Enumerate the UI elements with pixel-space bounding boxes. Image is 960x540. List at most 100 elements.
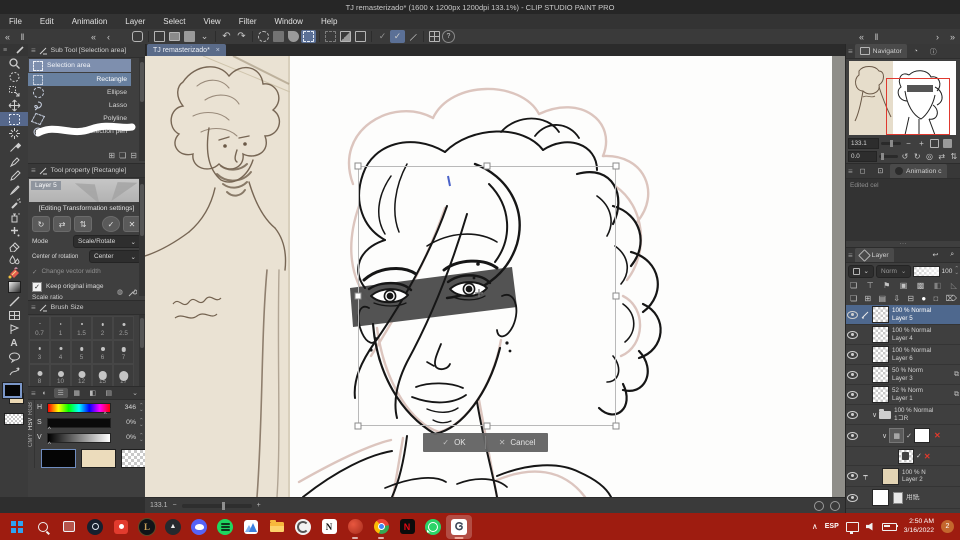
clip-studio-paint-app[interactable] (446, 514, 472, 539)
panel-pipe-icon[interactable]: ‖ (15, 30, 30, 43)
hamburger-icon[interactable]: ≡ (848, 167, 853, 176)
spotify-app[interactable] (212, 515, 238, 539)
visibility-eye-icon[interactable] (847, 330, 858, 339)
layer-mask-icon[interactable]: ● (921, 294, 926, 303)
visibility-eye-icon[interactable] (847, 310, 858, 319)
menu-select[interactable]: Select (154, 14, 194, 29)
language-indicator[interactable]: ESP (825, 523, 839, 530)
navigator-zoom-value[interactable]: 133.1 (848, 138, 879, 149)
brush-size-header[interactable]: ≡ Brush Size (28, 301, 145, 315)
tab-layer-property-icon[interactable]: ↩ (927, 248, 943, 262)
transparent-color-swatch[interactable] (0, 411, 28, 427)
tab-subview-icon[interactable]: ◔ (909, 44, 923, 58)
fit-to-window-icon[interactable] (929, 138, 940, 149)
save-dropdown-icon[interactable]: ⌄ (197, 30, 212, 43)
navigator-rotation-value[interactable]: 0.0 (848, 151, 878, 162)
subtool-item-ellipse[interactable]: Ellipse (28, 86, 131, 99)
brush-size-cell[interactable]: 1.5 (71, 316, 92, 340)
brush-size-cell[interactable]: 12 (71, 364, 92, 388)
brush-size-cell[interactable]: 5 (71, 340, 92, 364)
layer-row-image-child[interactable]: ✓ ✕ (846, 447, 960, 466)
expand-chevron-icon[interactable]: ∨ (882, 432, 887, 440)
reference-layer-icon[interactable]: ⚑ (883, 281, 890, 290)
auto-select-tool-icon[interactable] (0, 126, 28, 140)
ruler-icon[interactable]: ✓ (375, 30, 390, 43)
blend-mode-dropdown[interactable]: Norm ⌄ (876, 264, 912, 278)
new-file-icon[interactable] (152, 30, 167, 43)
menu-view[interactable]: View (195, 14, 230, 29)
transfer-down-icon[interactable]: ⇩ (893, 294, 900, 303)
operation-tool-icon[interactable] (0, 84, 28, 98)
spiral-app[interactable] (290, 515, 316, 539)
flip-vertical-icon[interactable]: ⇅ (949, 151, 959, 162)
brush-size-cell[interactable]: 2.5 (113, 316, 134, 340)
subtool-item-rectangle[interactable]: Rectangle (28, 73, 131, 86)
hamburger-icon[interactable]: ≡ (31, 389, 36, 398)
brush-size-cell[interactable]: 1 (50, 316, 71, 340)
sub-color-swatch[interactable] (81, 449, 116, 468)
layer-row-folder[interactable]: ∨ 100 % Normal 1コR (846, 405, 960, 425)
layer-row-paper[interactable]: 用紙 (846, 487, 960, 509)
duplicate-subtool-icon[interactable]: ❏ (119, 151, 126, 160)
red-pin-app[interactable] (108, 515, 134, 539)
flip-canvas-icon[interactable] (338, 30, 353, 43)
whatsapp-app[interactable] (420, 515, 446, 539)
taskbar-search-button[interactable] (30, 515, 56, 539)
value-slider[interactable]: ^ (47, 432, 111, 448)
new-vector-layer-icon[interactable]: ⊞ (864, 294, 871, 303)
open-file-icon[interactable] (167, 30, 182, 43)
saturation-slider[interactable]: ^ (47, 417, 111, 433)
layer-thumbnail[interactable] (882, 467, 899, 485)
collapse-left-icon[interactable]: « (0, 30, 15, 43)
zoom-tool-icon[interactable] (0, 56, 28, 70)
rotate-cw-icon[interactable]: ↻ (912, 151, 922, 162)
collapse-left-icon[interactable]: « (86, 30, 101, 43)
navigator-view-frame[interactable] (886, 78, 950, 135)
league-of-legends-app[interactable]: L (134, 515, 160, 539)
text-tool-icon[interactable]: A (0, 336, 28, 350)
rotate-reset-icon[interactable] (814, 500, 824, 511)
tab-cmy[interactable]: CMY (28, 432, 34, 448)
main-color-swatch[interactable] (2, 382, 23, 399)
menu-filter[interactable]: Filter (230, 14, 266, 29)
opacity-value[interactable]: 100 (942, 268, 953, 275)
tab-cel2-icon[interactable]: ⊡ (872, 164, 888, 178)
palette-dropdown[interactable]: ⌄ (848, 264, 874, 278)
tab-animation-cels[interactable]: Animation c (890, 164, 947, 178)
network-icon[interactable] (845, 521, 859, 534)
lasso-select-tool-icon[interactable] (0, 70, 28, 84)
rotate-button[interactable]: ↻ (32, 216, 51, 232)
selection-area-tool-icon[interactable] (0, 112, 28, 126)
animation-panel-body[interactable]: Edited cel (846, 179, 960, 241)
visibility-eye-icon[interactable] (847, 350, 858, 359)
paper-thumbnail[interactable] (872, 489, 889, 506)
battery-icon[interactable] (881, 522, 899, 531)
color-mixing-tab-icon[interactable]: ◧ (86, 388, 100, 398)
flip-horizontal-button[interactable]: ⇄ (53, 216, 72, 232)
opacity-slider[interactable] (913, 265, 940, 277)
grid-icon[interactable] (427, 30, 442, 43)
subtool-item-lasso[interactable]: Lasso (28, 99, 131, 112)
canvas-viewport[interactable] (145, 56, 845, 497)
notification-badge[interactable]: 2 (941, 520, 954, 533)
polyline-tool-icon[interactable] (0, 322, 28, 336)
menu-file[interactable]: File (0, 14, 31, 29)
hamburger-icon[interactable]: ≡ (31, 46, 36, 55)
file-explorer-app[interactable] (264, 515, 290, 539)
tab-close-icon[interactable]: × (216, 47, 220, 54)
zoom-in-icon[interactable]: + (257, 502, 261, 509)
layer-row-layer3[interactable]: 50 % Norm Layer 3 ⧉ (846, 365, 960, 385)
transform-icon[interactable] (301, 30, 316, 43)
brush-size-cell[interactable]: 3 (29, 340, 50, 364)
reset-rotation-icon[interactable]: ◎ (924, 151, 934, 162)
move-tool-icon[interactable] (0, 98, 28, 112)
tab-navigator[interactable]: Navigator (854, 44, 907, 58)
confirm-transform-button[interactable]: ✓ (101, 216, 120, 232)
center-dropdown[interactable]: Center ⌄ (89, 250, 141, 263)
subtool-panel-header[interactable]: ≡ Sub Tool [Selection area] (28, 44, 145, 58)
menu-edit[interactable]: Edit (31, 14, 63, 29)
figure-tool-icon[interactable] (0, 224, 28, 238)
task-view-button[interactable] (56, 515, 82, 539)
chevron-down-icon[interactable]: ⌄ (128, 388, 142, 398)
eraser-tool-icon[interactable] (0, 238, 28, 252)
